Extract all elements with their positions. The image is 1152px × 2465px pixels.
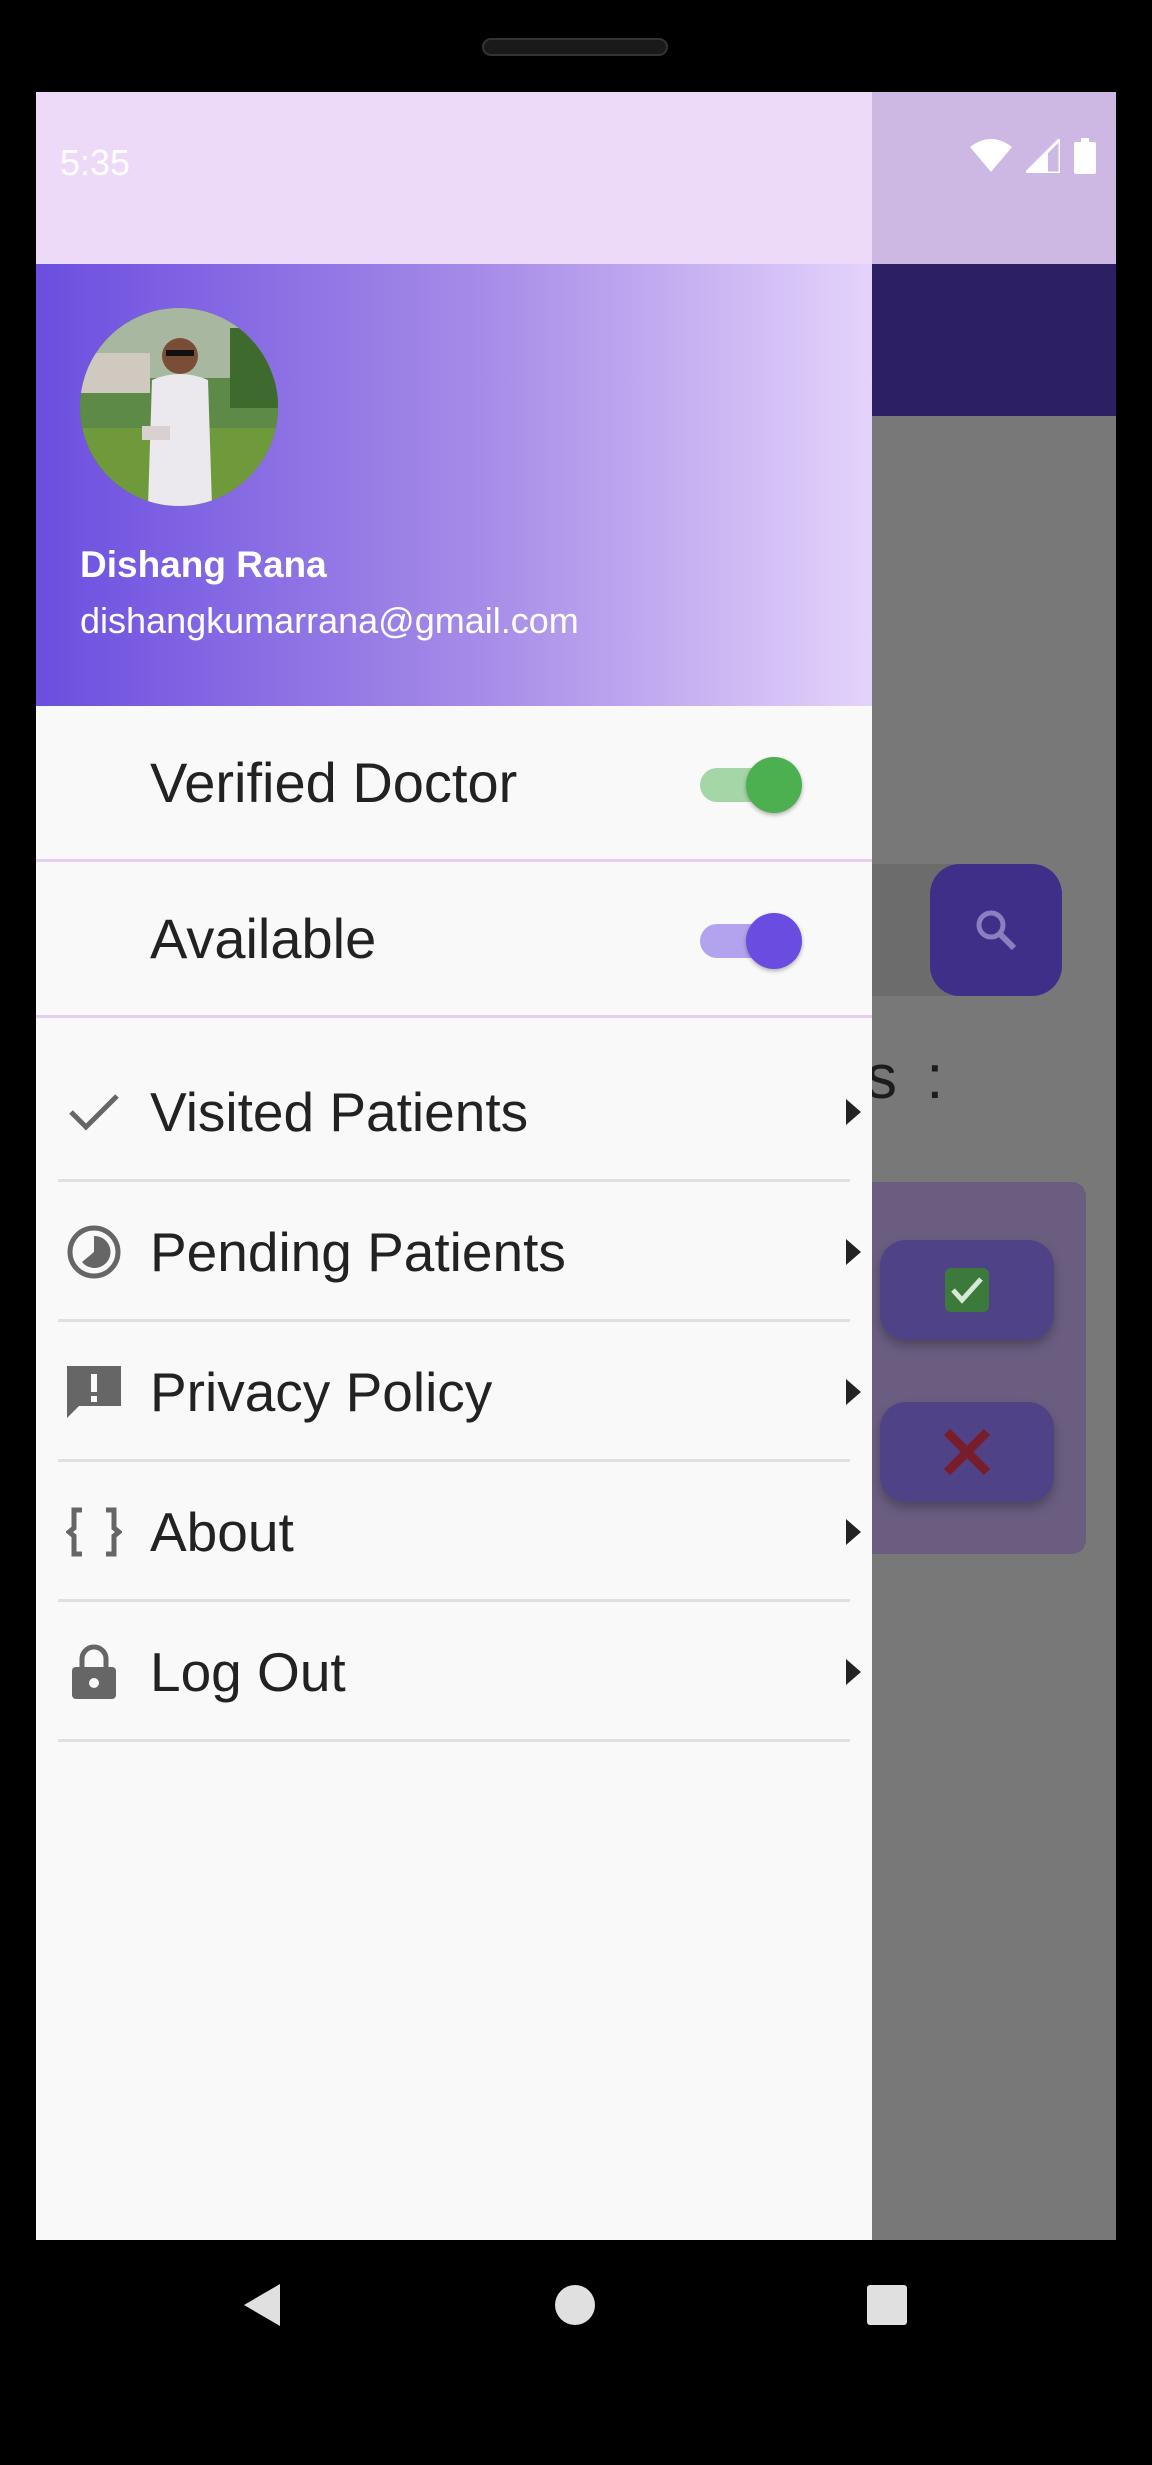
background-search-button: [930, 864, 1062, 996]
menu-label-pending-patients: Pending Patients: [150, 1221, 566, 1283]
background-accept-button: [880, 1240, 1054, 1340]
user-name: Dishang Rana: [80, 544, 327, 585]
menu-item-visited-patients[interactable]: Visited Patients: [58, 1042, 872, 1182]
arrow-right-icon: [846, 1519, 861, 1545]
available-switch[interactable]: [700, 907, 802, 971]
divider: [58, 1739, 850, 1742]
toggle-label-verified-doctor: Verified Doctor: [150, 751, 518, 814]
speaker-grille: [482, 38, 668, 56]
menu-item-pending-patients[interactable]: Pending Patients: [58, 1182, 872, 1322]
drawer-header: Dishang Rana dishangkumarrana@gmail.com: [36, 264, 872, 706]
drawer-status-bar: 5:35: [36, 92, 872, 264]
braces-icon: [64, 1502, 124, 1562]
avatar[interactable]: [80, 308, 278, 506]
home-icon[interactable]: [554, 2284, 596, 2326]
check-icon: [64, 1082, 124, 1142]
menu-label-privacy-policy: Privacy Policy: [150, 1361, 493, 1423]
back-icon[interactable]: [242, 2282, 282, 2328]
menu-label-log-out: Log Out: [150, 1641, 346, 1703]
x-mark-icon: [943, 1428, 991, 1476]
status-time: 5:35: [60, 142, 131, 183]
wifi-icon: [970, 139, 1012, 172]
arrow-right-icon: [846, 1099, 861, 1125]
pie-clock-icon: [64, 1222, 124, 1282]
screen: s : 5:35 Dishang Rana dishangkumarrana@g…: [36, 92, 1116, 2240]
toggle-label-available: Available: [150, 907, 377, 970]
lock-icon: [64, 1642, 124, 1702]
search-icon: [976, 910, 1017, 951]
arrow-right-icon: [846, 1239, 861, 1265]
toggle-row-verified-doctor: Verified Doctor: [36, 706, 872, 862]
verified-doctor-switch[interactable]: [700, 751, 802, 815]
signal-icon: [1026, 139, 1060, 173]
menu-item-about[interactable]: About: [58, 1462, 872, 1602]
battery-icon: [1074, 138, 1096, 174]
device-frame: s : 5:35 Dishang Rana dishangkumarrana@g…: [0, 0, 1152, 2465]
report-icon: [64, 1362, 124, 1422]
system-nav-bar: [36, 2240, 1116, 2370]
menu-label-visited-patients: Visited Patients: [150, 1081, 529, 1143]
check-box-icon: [945, 1268, 989, 1312]
menu-label-about: About: [150, 1501, 294, 1563]
toggle-row-available: Available: [36, 862, 872, 1018]
recents-icon[interactable]: [866, 2284, 908, 2326]
switch-thumb: [746, 756, 802, 813]
arrow-right-icon: [846, 1659, 861, 1685]
switch-thumb: [746, 912, 802, 969]
user-email: dishangkumarrana@gmail.com: [80, 600, 579, 641]
menu-item-privacy-policy[interactable]: Privacy Policy: [58, 1322, 872, 1462]
background-reject-button: [880, 1402, 1054, 1502]
status-icons: [970, 138, 1096, 174]
arrow-right-icon: [846, 1379, 861, 1405]
background-heading-fragment: s :: [866, 1043, 950, 1112]
menu-item-log-out[interactable]: Log Out: [58, 1602, 872, 1742]
navigation-drawer: 5:35 Dishang Rana dishangkumarrana@gmail…: [36, 92, 872, 2240]
